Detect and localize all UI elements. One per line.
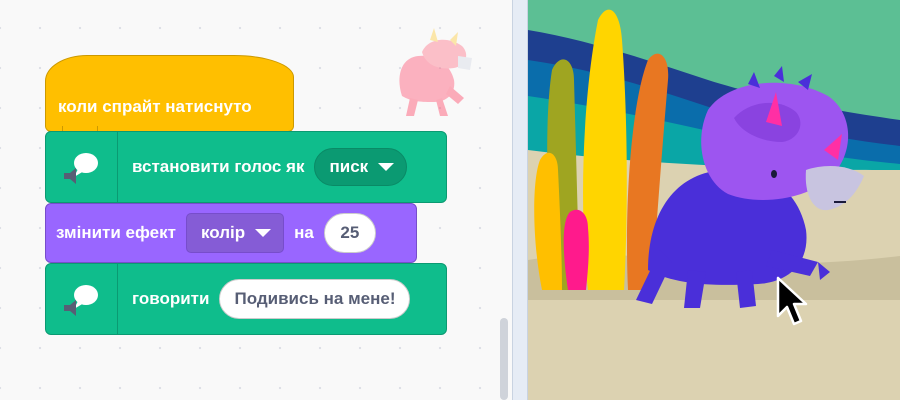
- effect-dropdown-value: колір: [200, 223, 246, 242]
- text-to-speech-extension-icon: [46, 132, 118, 202]
- say-label: говорити: [132, 289, 210, 308]
- set-voice-block[interactable]: встановити голос як писк: [45, 131, 447, 203]
- change-effect-label: змінити ефект: [56, 223, 176, 242]
- chevron-down-icon: [378, 163, 395, 171]
- hat-block-label: коли спрайт натиснуто: [58, 96, 252, 116]
- effect-dropdown[interactable]: колір: [185, 213, 285, 253]
- chevron-down-icon: [255, 229, 272, 237]
- dinosaur-sprite-ghost-icon: [399, 28, 472, 116]
- change-effect-by-label: на: [294, 223, 314, 242]
- effect-amount-input[interactable]: 25: [323, 213, 376, 253]
- say-text-input[interactable]: Подивись на мене!: [219, 279, 411, 319]
- code-workspace[interactable]: коли спрайт натиснуто встановити голос я…: [0, 0, 512, 400]
- voice-dropdown-value: писк: [329, 157, 369, 176]
- when-sprite-clicked-block[interactable]: коли спрайт натиснуто: [45, 55, 294, 132]
- stage[interactable]: [528, 0, 900, 400]
- say-block[interactable]: говорити Подивись на мене!: [45, 263, 447, 335]
- set-voice-label: встановити голос як: [132, 157, 305, 176]
- voice-dropdown[interactable]: писк: [314, 148, 408, 186]
- text-to-speech-extension-icon: [46, 264, 118, 334]
- change-effect-block[interactable]: змінити ефект колір на 25: [45, 203, 417, 263]
- workspace-scrollbar-thumb[interactable]: [500, 318, 508, 400]
- panel-divider: [512, 0, 528, 400]
